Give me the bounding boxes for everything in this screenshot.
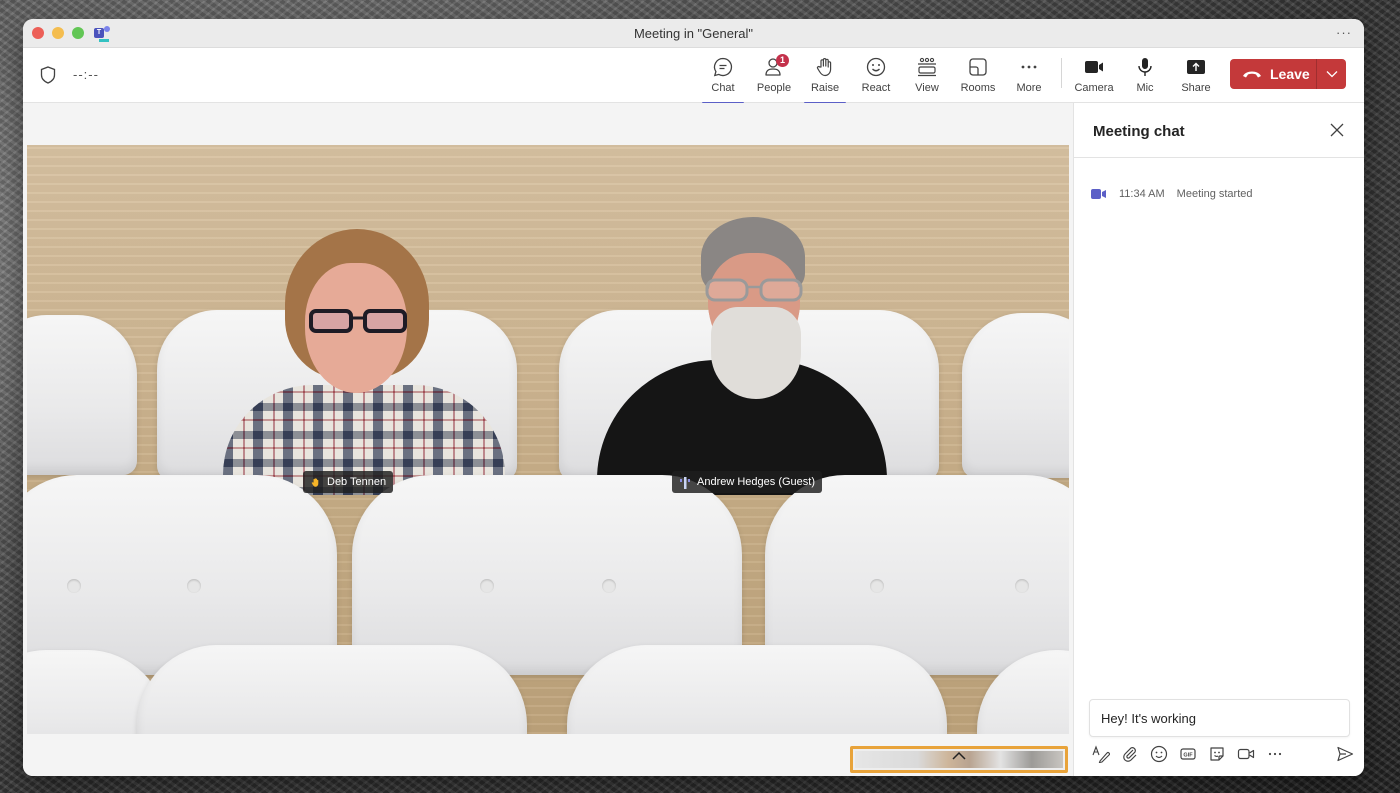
chat-label: Chat: [711, 82, 735, 94]
more-icon: [1021, 65, 1037, 69]
video-clip-icon: [1237, 748, 1255, 760]
event-time: 11:34 AM: [1119, 188, 1165, 200]
participant-name: Deb Tennen: [327, 476, 387, 488]
leave-button-group: Leave: [1230, 59, 1346, 89]
share-screen-icon: [1187, 60, 1205, 74]
teams-logo-icon: T: [94, 26, 110, 42]
svg-text:GIF: GIF: [1183, 753, 1193, 759]
share-button[interactable]: Share: [1173, 56, 1219, 98]
seat: [962, 313, 1069, 478]
zoom-window-button[interactable]: [72, 27, 84, 39]
people-button[interactable]: 1 People: [751, 54, 797, 98]
raise-hand-button[interactable]: Raise: [802, 56, 848, 104]
chat-header: Meeting chat: [1074, 103, 1364, 158]
compose-toolbar: GIF: [1092, 743, 1354, 765]
event-message: Meeting started: [1176, 188, 1253, 200]
mic-label: Mic: [1136, 82, 1154, 94]
chat-event: 11:34 AM Meeting started: [1091, 188, 1253, 200]
audio-level-icon: [680, 476, 690, 489]
emoji-icon: [866, 57, 886, 77]
leave-button[interactable]: Leave: [1230, 59, 1316, 89]
seat-tuft: [602, 579, 616, 593]
seat: [137, 645, 527, 734]
video-camera-icon: [1091, 189, 1106, 199]
view-label: View: [915, 82, 939, 94]
participant-name-tag: Andrew Hedges (Guest): [672, 471, 822, 493]
self-view-thumbnail[interactable]: [850, 746, 1068, 773]
rooms-label: Rooms: [960, 82, 996, 94]
meeting-timer: --:--: [73, 67, 99, 82]
hang-up-icon: [1243, 71, 1261, 78]
sticker-icon: [1210, 747, 1224, 761]
participant-name-tag: Deb Tennen: [303, 471, 394, 493]
seat-tuft: [1015, 579, 1029, 593]
send-icon: [1337, 746, 1354, 762]
raise-hand-icon: [816, 58, 832, 77]
seat-tuft: [187, 579, 201, 593]
close-window-button[interactable]: [32, 27, 44, 39]
chevron-down-icon: [1326, 71, 1337, 78]
teams-meeting-window: T Meeting in "General" ··· --:-- Chat 1 …: [23, 19, 1364, 776]
leave-options-button[interactable]: [1317, 59, 1346, 89]
meeting-stage: Deb Tennen Andrew Hedges (Guest): [23, 103, 1073, 776]
view-gallery-icon: [918, 57, 936, 77]
raised-hand-icon: [311, 477, 319, 487]
leave-label: Leave: [1270, 66, 1310, 82]
seat-tuft: [67, 579, 81, 593]
format-button[interactable]: [1092, 745, 1110, 763]
glasses-icon: [309, 309, 407, 333]
chat-button[interactable]: Chat: [700, 56, 746, 104]
glasses-icon: [705, 278, 803, 302]
seat: [27, 315, 137, 475]
people-count-badge: 1: [776, 54, 789, 67]
breakout-rooms-icon: [969, 58, 987, 76]
close-icon[interactable]: [1330, 123, 1344, 137]
attach-button[interactable]: [1121, 745, 1139, 763]
chat-title: Meeting chat: [1093, 123, 1185, 140]
chevron-up-icon[interactable]: [951, 751, 967, 761]
meeting-chat-panel: Meeting chat 11:34 AM Meeting started He…: [1073, 103, 1364, 776]
send-button[interactable]: [1336, 745, 1354, 763]
minimize-window-button[interactable]: [52, 27, 64, 39]
view-button[interactable]: View: [904, 56, 950, 98]
mic-button[interactable]: Mic: [1122, 56, 1168, 98]
seat: [567, 645, 947, 734]
together-mode-video: Deb Tennen Andrew Hedges (Guest): [27, 145, 1069, 734]
rooms-button[interactable]: Rooms: [955, 56, 1001, 98]
emoji-button[interactable]: [1150, 745, 1168, 763]
seat-tuft: [480, 579, 494, 593]
attach-icon: [1123, 747, 1137, 762]
title-bar: T Meeting in "General" ···: [23, 19, 1364, 48]
emoji-icon: [1150, 745, 1168, 763]
gif-button[interactable]: GIF: [1179, 745, 1197, 763]
compose-more-button[interactable]: [1266, 745, 1284, 763]
more-button[interactable]: More: [1006, 56, 1052, 98]
window-title: Meeting in "General": [633, 25, 754, 41]
video-clip-button[interactable]: [1237, 745, 1255, 763]
camera-icon: [1085, 61, 1103, 73]
react-button[interactable]: React: [853, 56, 899, 98]
participant-name: Andrew Hedges (Guest): [697, 476, 815, 488]
meeting-toolbar: --:-- Chat 1 People Raise React View Roo…: [23, 48, 1364, 104]
people-label: People: [756, 82, 792, 94]
format-icon: [1092, 745, 1110, 763]
sticker-button[interactable]: [1208, 745, 1226, 763]
participant-andrew-beard: [711, 307, 801, 399]
more-icon: [1268, 752, 1282, 756]
chat-compose-input[interactable]: Hey! It's working: [1089, 699, 1350, 737]
more-label: More: [1016, 82, 1042, 94]
react-label: React: [861, 82, 891, 94]
window-more-icon[interactable]: ···: [1336, 25, 1352, 40]
shield-icon[interactable]: [40, 66, 56, 84]
window-controls: [32, 27, 84, 39]
camera-button[interactable]: Camera: [1071, 56, 1117, 98]
seat-tuft: [870, 579, 884, 593]
chat-icon: [713, 57, 733, 77]
gif-icon: GIF: [1180, 748, 1196, 760]
microphone-icon: [1138, 58, 1152, 76]
toolbar-divider: [1061, 58, 1062, 88]
camera-label: Camera: [1074, 82, 1114, 94]
raise-label: Raise: [810, 82, 840, 94]
share-label: Share: [1181, 82, 1211, 94]
